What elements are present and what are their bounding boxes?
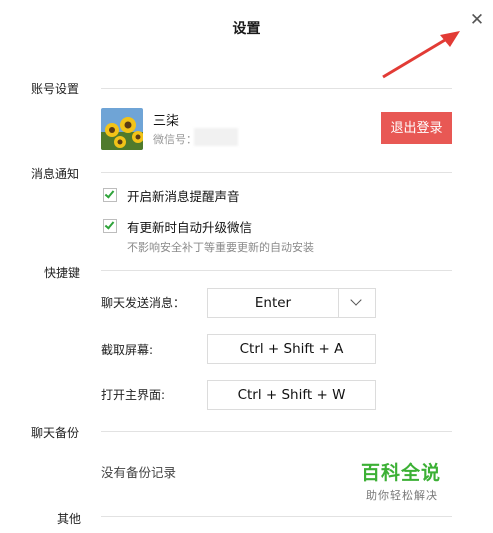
wechat-id-redacted xyxy=(194,128,238,146)
section-label-notifications: 消息通知 xyxy=(31,167,80,181)
shortcut-open-main-field[interactable]: Ctrl + Shift + W xyxy=(207,380,376,410)
watermark-logo-text: 百科全说 xyxy=(361,462,442,484)
logout-button[interactable]: 退出登录 xyxy=(381,112,452,144)
watermark-subtitle: 助你轻松解决 xyxy=(366,489,438,502)
checkbox-label-auto-update: 有更新时自动升级微信 xyxy=(127,220,253,235)
divider-other xyxy=(101,516,452,517)
shortcut-send-dropdown-button[interactable] xyxy=(338,288,376,318)
checkbox-auto-update[interactable] xyxy=(103,219,117,233)
shortcut-label-open-main: 打开主界面: xyxy=(101,388,166,402)
account-name: 三柒 xyxy=(153,114,180,129)
wechat-id-label: 微信号： xyxy=(153,133,197,146)
check-icon xyxy=(104,219,115,230)
section-label-shortcuts: 快捷键 xyxy=(44,266,81,280)
check-icon xyxy=(104,188,115,199)
checkbox-new-message-sound[interactable] xyxy=(103,188,117,202)
divider-shortcuts xyxy=(101,270,452,271)
section-label-other: 其他 xyxy=(57,512,82,526)
shortcut-screenshot-field[interactable]: Ctrl + Shift + A xyxy=(207,334,376,364)
chevron-down-icon xyxy=(350,294,362,306)
section-label-backup: 聊天备份 xyxy=(31,426,80,440)
annotation-arrow-icon xyxy=(382,31,460,79)
section-label-account: 账号设置 xyxy=(31,82,80,96)
checkbox-label-new-message-sound: 开启新消息提醒声音 xyxy=(127,189,240,204)
divider-backup xyxy=(101,431,452,432)
shortcut-label-screenshot: 截取屏幕: xyxy=(101,343,154,357)
auto-update-hint: 不影响安全补丁等重要更新的自动安装 xyxy=(127,241,314,254)
divider-account xyxy=(101,88,452,89)
shortcut-send-select[interactable]: Enter xyxy=(207,288,339,318)
close-icon[interactable]: ✕ xyxy=(468,11,486,29)
shortcut-label-send: 聊天发送消息： xyxy=(101,296,186,310)
backup-empty-text: 没有备份记录 xyxy=(101,465,177,480)
avatar xyxy=(101,108,143,150)
divider-notifications xyxy=(101,172,452,173)
